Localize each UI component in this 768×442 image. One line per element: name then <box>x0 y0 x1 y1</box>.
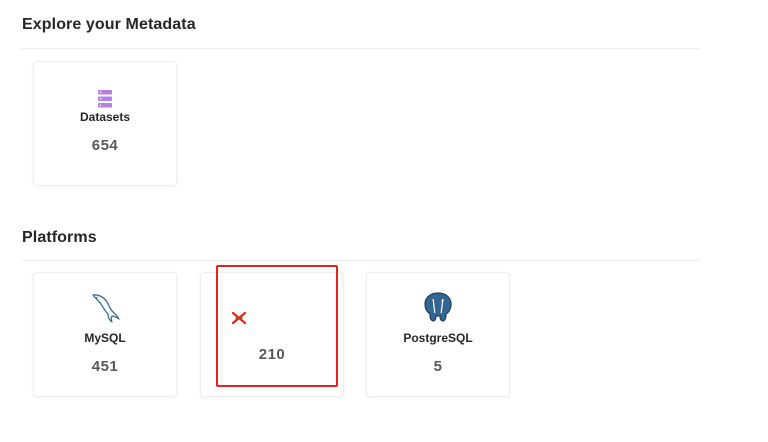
postgresql-elephant-icon <box>424 292 452 322</box>
explore-section-title: Explore your Metadata <box>22 16 196 33</box>
platform-x-icon <box>231 311 247 325</box>
platform-card-postgresql[interactable]: PostgreSQL 5 <box>366 272 510 397</box>
platform-card-unnamed[interactable]: 210 <box>200 272 344 397</box>
datasets-card-label: Datasets <box>79 110 131 124</box>
platform-card-unnamed-count: 210 <box>258 346 286 363</box>
platforms-divider <box>22 260 700 261</box>
home-page: Explore your Metadata Datasets 654 Platf… <box>0 0 768 442</box>
explore-divider <box>22 48 700 49</box>
platform-card-postgresql-count: 5 <box>433 358 443 375</box>
mysql-dolphin-icon <box>92 294 120 323</box>
platform-card-mysql[interactable]: MySQL 451 <box>33 272 177 397</box>
platform-card-postgresql-label: PostgreSQL <box>403 331 473 345</box>
datasets-card[interactable]: Datasets 654 <box>33 61 177 186</box>
platforms-section-title: Platforms <box>22 229 97 246</box>
database-stack-icon <box>98 90 112 108</box>
datasets-card-count: 654 <box>91 137 119 154</box>
platform-card-mysql-label: MySQL <box>84 331 126 345</box>
platform-card-mysql-count: 451 <box>91 358 119 375</box>
